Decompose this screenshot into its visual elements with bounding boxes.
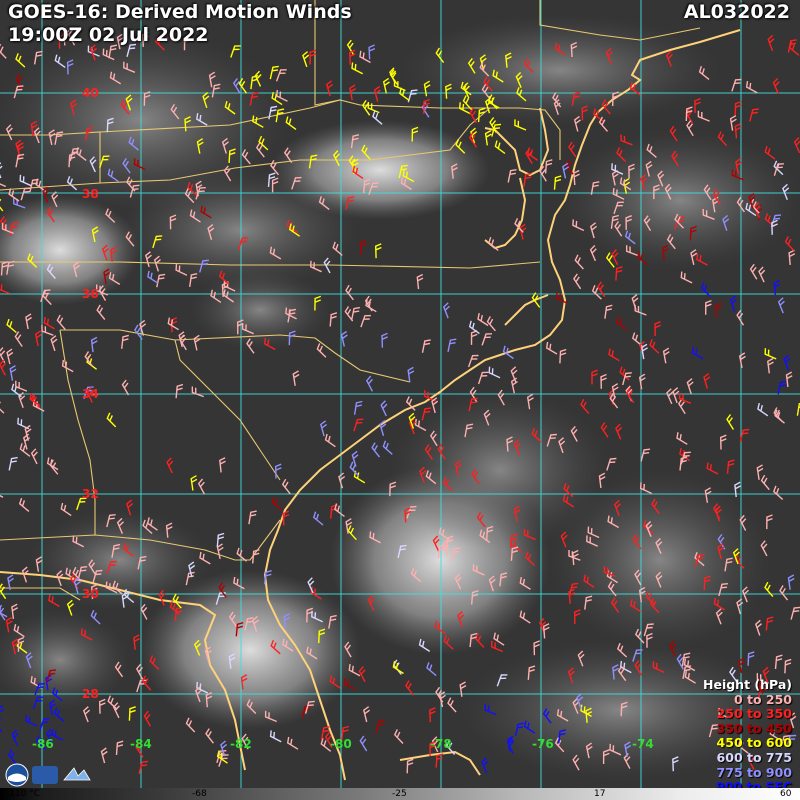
lat-label-36: 36 [82,287,99,301]
colorbar-tick: 60 [780,789,792,799]
lat-label-40: 40 [82,86,99,100]
temperature-colorbar: -110 °C -68 -25 17 60 [0,788,800,800]
lon-label-80: -80 [330,737,352,751]
valid-time: 19:00Z 02 Jul 2022 [8,24,209,46]
colorbar-tick: -110 °C [6,789,41,799]
colorbar-tick: -68 [192,789,207,799]
lon-label-74: -74 [632,737,654,751]
map-canvas: 40 38 36 34 32 30 28 -86 -84 -82 -80 -78… [0,0,800,788]
lat-label-32: 32 [82,487,99,501]
ramm-logo-icon [63,767,91,781]
legend-item: 0 to 250 [733,691,792,707]
lat-label-28: 28 [82,687,99,701]
height-legend: Height (hPa) 0 to 250 250 to 350 350 to … [703,677,792,795]
legend-item: 250 to 350 [716,706,792,722]
lon-label-86: -86 [32,737,54,751]
legend-item: 450 to 600 [716,735,792,751]
agency-logos [5,763,91,787]
lon-label-84: -84 [130,737,152,751]
lon-label-82: -82 [230,737,252,751]
lon-label-78: -78 [430,737,452,751]
cira-logo-icon [32,766,58,784]
legend-item: 350 to 450 [716,720,792,736]
legend-title: Height (hPa) [703,677,792,692]
lat-label-30: 30 [82,587,99,601]
legend-item: 775 to 900 [716,764,792,780]
product-title: GOES-16: Derived Motion Winds [8,1,352,23]
lon-label-76: -76 [532,737,554,751]
storm-identifier: AL032022 [683,1,790,23]
satellite-wind-map: 40 38 36 34 32 30 28 -86 -84 -82 -80 -78… [0,0,800,800]
colorbar-tick: -25 [392,789,407,799]
lat-label-38: 38 [82,187,99,201]
colorbar-tick: 17 [594,789,606,799]
lat-label-34: 34 [82,387,99,401]
legend-item: 600 to 775 [716,749,792,765]
